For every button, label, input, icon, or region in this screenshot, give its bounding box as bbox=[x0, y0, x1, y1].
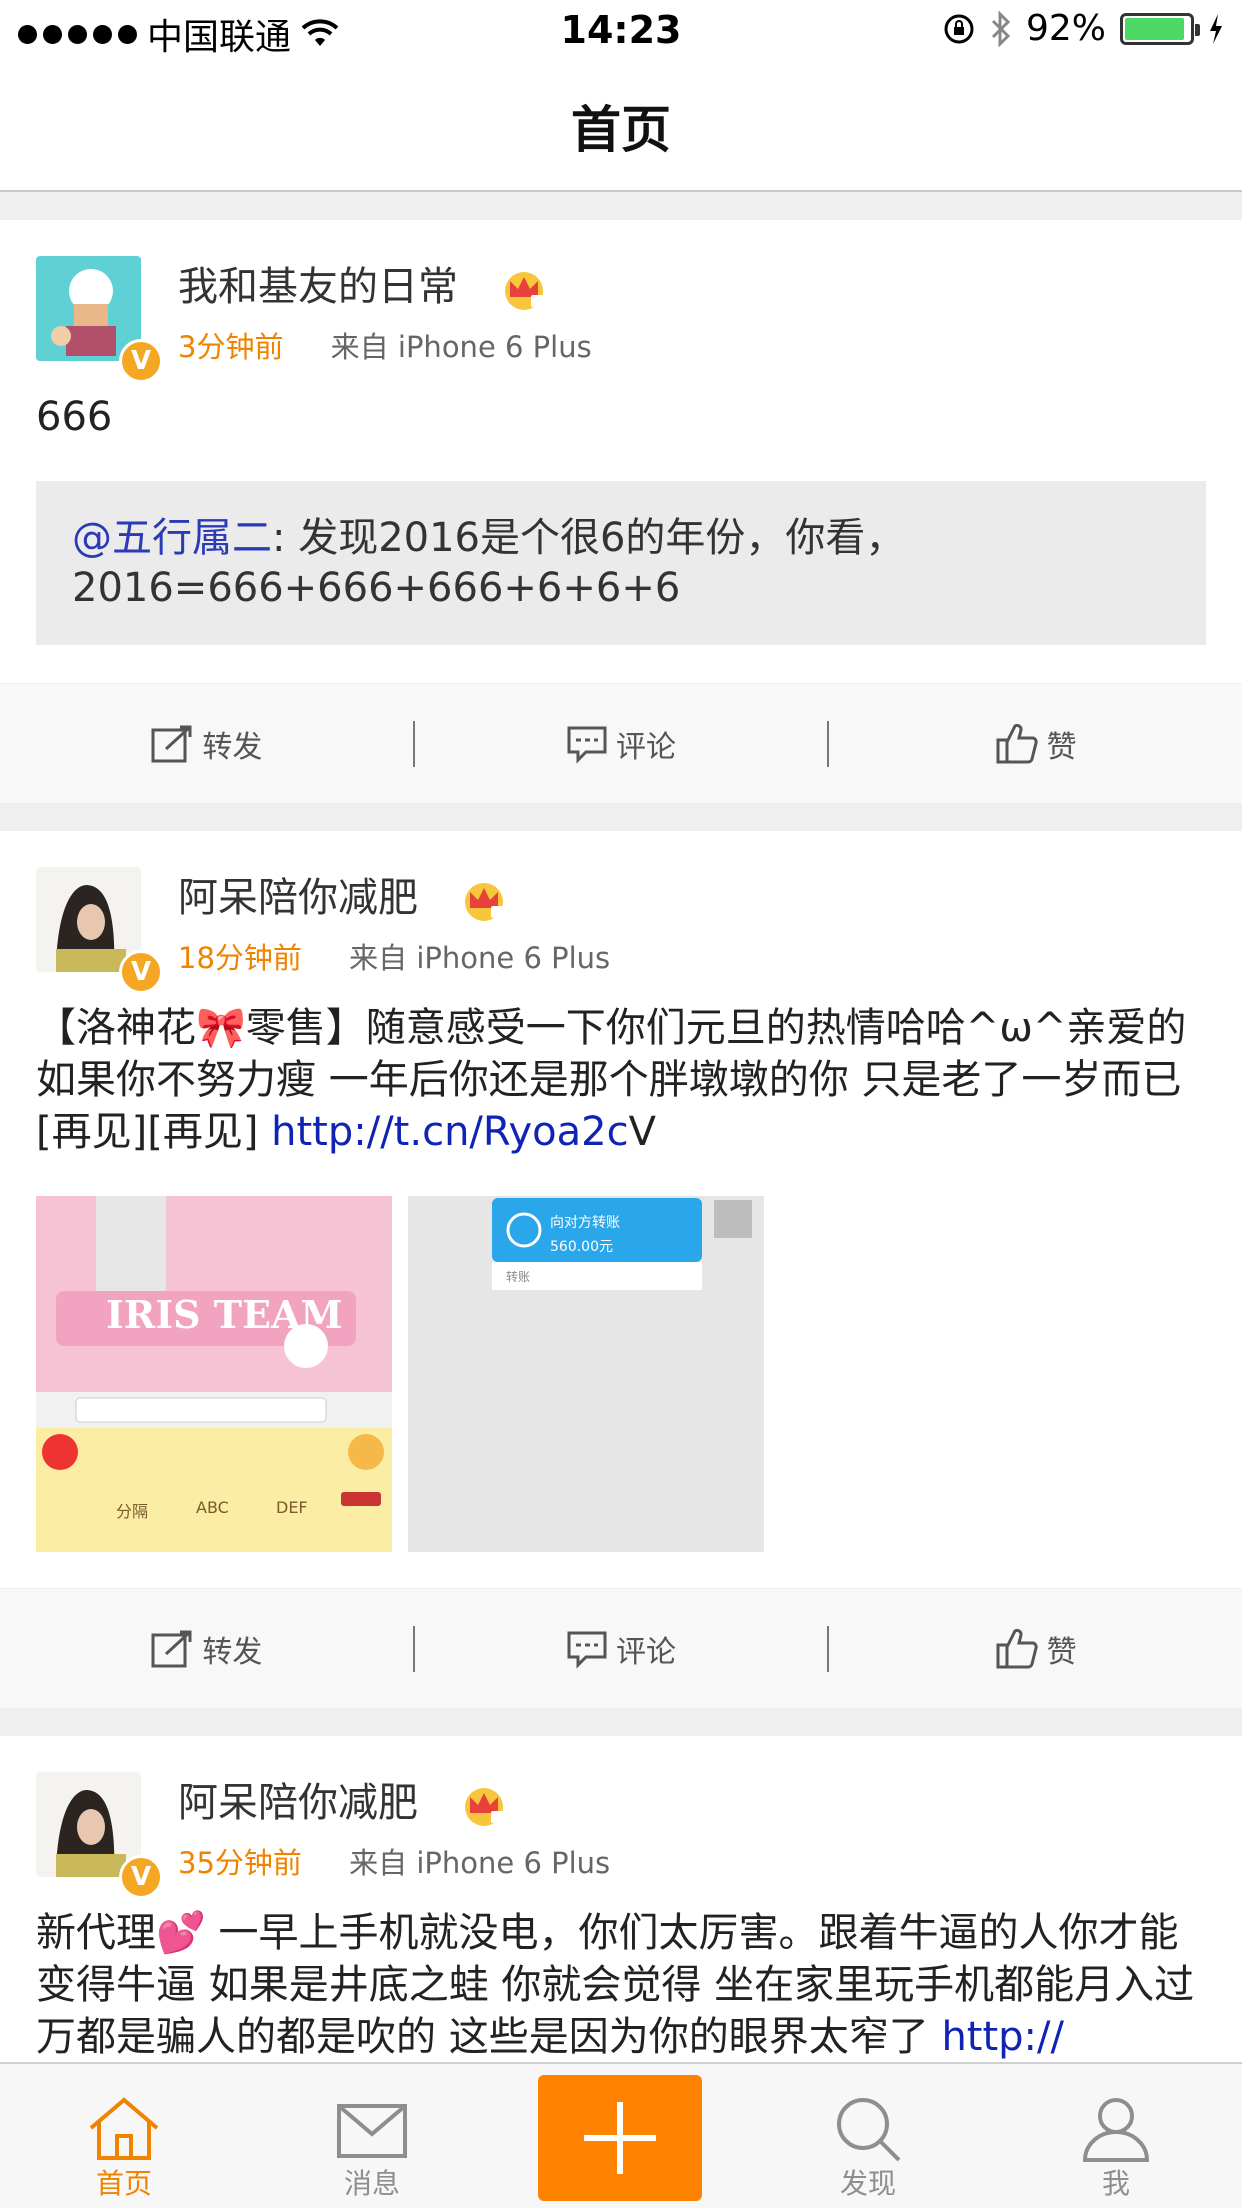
comment-icon bbox=[567, 1631, 607, 1669]
avatar[interactable]: V bbox=[36, 867, 163, 994]
image-title: IRIS TEAM bbox=[106, 1292, 343, 1337]
post-actions: 转发 评论 赞 bbox=[0, 1588, 1242, 1708]
vip-crown-icon bbox=[464, 1788, 503, 1826]
post-actions: 转发 评论 赞 bbox=[0, 683, 1242, 803]
vip-crown-icon bbox=[464, 883, 503, 921]
repost-button[interactable]: 转发 bbox=[0, 722, 413, 766]
nav-bar: 首页 bbox=[0, 62, 1242, 192]
post-image[interactable]: IRIS TEAM 分隔 ABC DEF bbox=[36, 1196, 392, 1552]
status-bar: 中国联通 14:23 92% bbox=[0, 0, 1242, 62]
post-source: 来自 iPhone 6 Plus bbox=[349, 941, 611, 975]
verified-badge: V bbox=[119, 339, 163, 383]
profile-icon bbox=[1082, 2098, 1150, 2162]
avatar[interactable]: V bbox=[36, 1772, 163, 1899]
post-link[interactable]: http://t.cn/Ryoa2c bbox=[271, 1109, 628, 1155]
post-image[interactable]: 向对方转账 560.00元 转账 bbox=[408, 1196, 764, 1552]
envelope-icon bbox=[337, 2104, 407, 2158]
transfer-amount: 560.00元 bbox=[550, 1239, 613, 1255]
page-title: 首页 bbox=[571, 101, 671, 159]
repost-icon bbox=[151, 1630, 192, 1667]
verified-badge: V bbox=[119, 950, 163, 994]
post-text: 【洛神花🎀零售】随意感受一下你们元旦的热情哈哈^ω^亲爱的 如果你不努力瘦 一年… bbox=[36, 1005, 1187, 1155]
retweet-block[interactable]: @五行属二: 发现2016是个很6的年份，你看，2016=666+666+666… bbox=[36, 481, 1206, 645]
comment-button[interactable]: 评论 bbox=[415, 722, 828, 766]
home-icon bbox=[89, 2097, 159, 2160]
compose-tab[interactable] bbox=[496, 2064, 744, 2208]
thumbs-up-icon bbox=[996, 723, 1038, 763]
thumbs-up-icon bbox=[996, 1628, 1038, 1668]
repost-icon bbox=[151, 725, 192, 762]
battery-icon bbox=[1120, 12, 1200, 45]
tab-home[interactable]: 首页 bbox=[0, 2064, 248, 2208]
comment-button[interactable]: 评论 bbox=[415, 1627, 828, 1671]
tab-bar: 首页 消息 发现 我 bbox=[0, 2062, 1242, 2208]
post-card[interactable]: V 阿呆陪你减肥 35分钟前 来自 iPhone 6 Plus 新代理💕 一早上… bbox=[0, 1736, 1242, 2062]
compose-button[interactable] bbox=[538, 2075, 702, 2201]
tab-messages[interactable]: 消息 bbox=[248, 2064, 496, 2208]
verified-badge: V bbox=[119, 1855, 163, 1899]
post-text: 666 bbox=[36, 394, 113, 440]
username[interactable]: 阿呆陪你减肥 bbox=[178, 875, 418, 921]
post-card[interactable]: V 我和基友的日常 3分钟前 来自 iPhone 6 Plus 666 @五行属… bbox=[0, 220, 1242, 803]
retweet-mention[interactable]: @五行属二 bbox=[72, 515, 272, 561]
charging-bolt-icon bbox=[1210, 13, 1222, 44]
feed[interactable]: V 我和基友的日常 3分钟前 来自 iPhone 6 Plus 666 @五行属… bbox=[0, 192, 1242, 2062]
repost-button[interactable]: 转发 bbox=[0, 1627, 413, 1671]
like-button[interactable]: 赞 bbox=[829, 722, 1242, 766]
post-time: 35分钟前 bbox=[178, 1846, 302, 1880]
transfer-label: 转账 bbox=[506, 1270, 531, 1284]
comment-icon bbox=[567, 726, 607, 764]
like-button[interactable]: 赞 bbox=[829, 1627, 1242, 1671]
bluetooth-icon bbox=[991, 10, 1011, 47]
search-icon bbox=[837, 2098, 901, 2162]
username[interactable]: 阿呆陪你减肥 bbox=[178, 1780, 418, 1826]
transfer-title: 向对方转账 bbox=[550, 1215, 620, 1231]
post-text: 新代理💕 一早上手机就没电，你们太厉害。跟着牛逼的人你才能变得牛逼 如果是井底之… bbox=[36, 1910, 1195, 2060]
rotation-lock-icon bbox=[944, 14, 974, 43]
keyboard-key: DEF bbox=[276, 1498, 308, 1517]
post-source: 来自 iPhone 6 Plus bbox=[349, 1846, 611, 1880]
post-time: 3分钟前 bbox=[178, 330, 284, 364]
post-card[interactable]: V 阿呆陪你减肥 18分钟前 来自 iPhone 6 Plus 【洛神花🎀零售】… bbox=[0, 831, 1242, 1708]
keyboard-key: ABC bbox=[196, 1498, 229, 1517]
plus-icon bbox=[584, 2102, 656, 2174]
vip-crown-icon bbox=[504, 272, 543, 310]
image-grid: IRIS TEAM 分隔 ABC DEF 向对方转账 560.00元 转账 bbox=[0, 1184, 1242, 1588]
post-link[interactable]: http:// bbox=[941, 2014, 1064, 2060]
post-time: 18分钟前 bbox=[178, 941, 302, 975]
username[interactable]: 我和基友的日常 bbox=[178, 264, 458, 310]
avatar[interactable]: V bbox=[36, 256, 163, 383]
tab-me[interactable]: 我 bbox=[992, 2064, 1240, 2208]
battery-percentage: 92% bbox=[1025, 8, 1106, 49]
keyboard-key: 分隔 bbox=[116, 1502, 149, 1521]
post-source: 来自 iPhone 6 Plus bbox=[330, 330, 592, 364]
tab-discover[interactable]: 发现 bbox=[744, 2064, 992, 2208]
